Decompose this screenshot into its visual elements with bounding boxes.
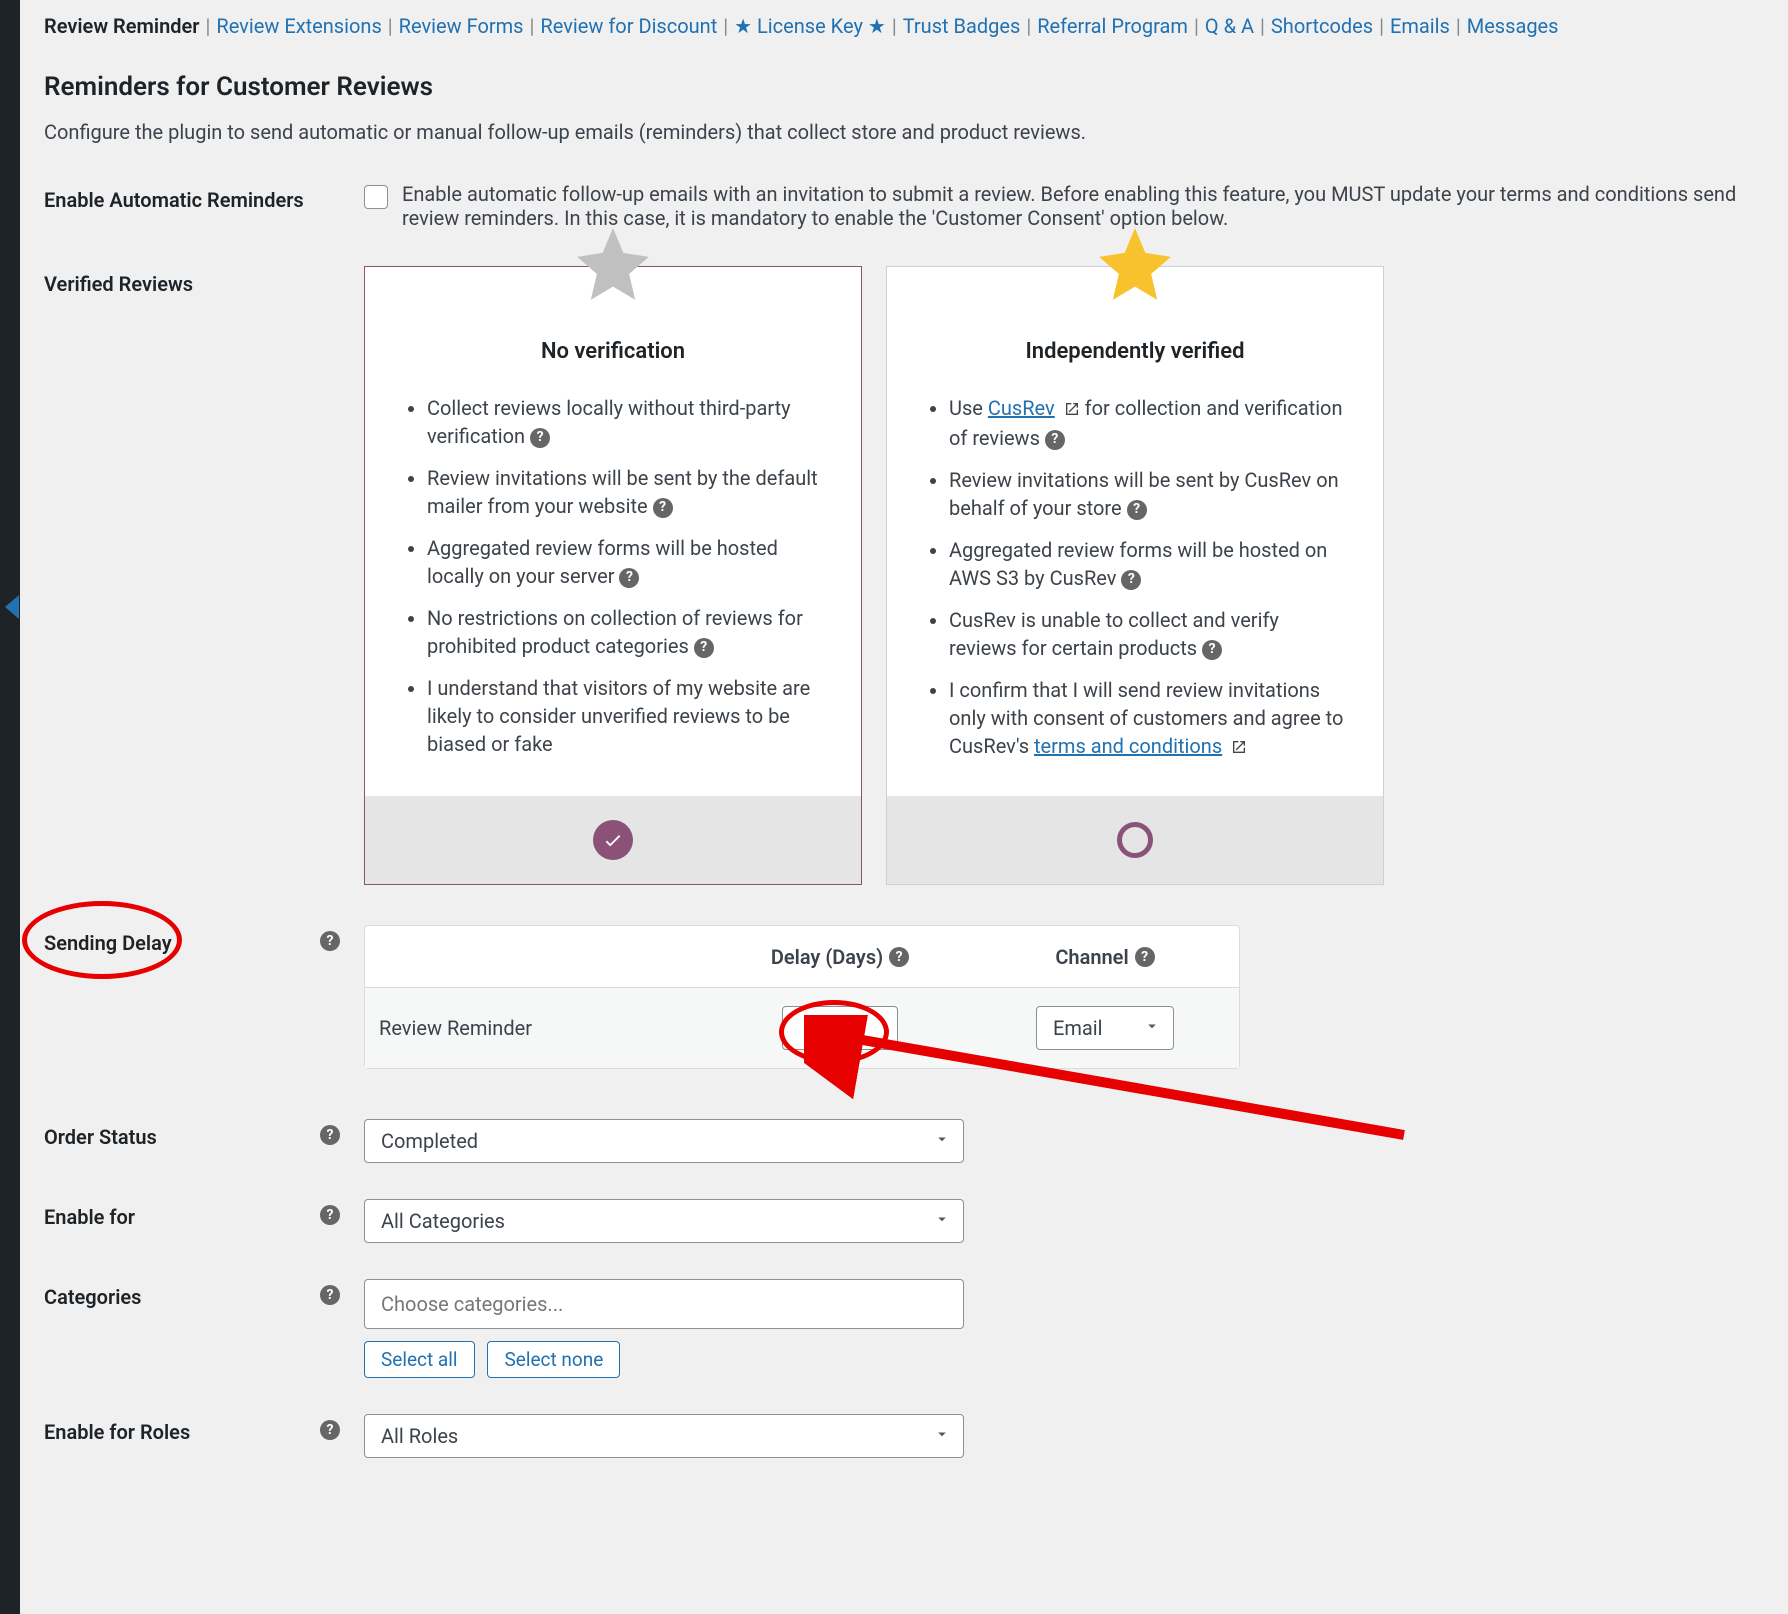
tab-separator: | [892,12,897,40]
help-icon[interactable]: ? [320,1125,340,1145]
star-gold-icon [1090,221,1180,320]
tab-license-key[interactable]: ★ License Key ★ [734,12,886,40]
chevron-down-icon [933,1209,951,1233]
enable-for-select[interactable]: All Categories [364,1199,964,1243]
chevron-down-icon [933,1129,951,1153]
help-icon[interactable]: ? [694,638,714,658]
card-verified[interactable]: Independently verified Use CusRev for co… [886,266,1384,885]
row-verified-reviews: Verified Reviews No verification Collect… [44,266,1764,885]
tab-q-and-a[interactable]: Q & A [1205,12,1254,40]
tab-separator: | [205,12,210,40]
star-grey-icon [568,221,658,320]
tab-emails[interactable]: Emails [1390,12,1450,40]
help-icon[interactable]: ? [619,568,639,588]
terms-link[interactable]: terms and conditions [1034,734,1222,758]
help-icon[interactable]: ? [653,498,673,518]
unselected-radio-icon [1117,822,1153,858]
settings-page: Review Reminder | Review Extensions | Re… [20,0,1788,1498]
label-order-status: Order Status ? [44,1119,364,1149]
tab-separator: | [530,12,535,40]
list-item: Aggregated review forms will be hosted l… [427,534,825,590]
help-icon[interactable]: ? [1127,500,1147,520]
card-yes-footer [887,796,1383,884]
tab-separator: | [1194,12,1199,40]
list-item: CusRev is unable to collect and verify r… [949,606,1347,662]
collapse-menu-icon[interactable] [5,595,19,619]
tab-separator: | [1260,12,1265,40]
list-item: Review invitations will be sent by CusRe… [949,466,1347,522]
chevron-down-icon [933,1424,951,1448]
tab-separator: | [1456,12,1461,40]
tab-separator: | [1026,12,1031,40]
tab-review-forms[interactable]: Review Forms [399,12,524,40]
channel-select[interactable]: Email [1036,1006,1174,1050]
help-icon[interactable]: ? [1121,570,1141,590]
tab-review-discount[interactable]: Review for Discount [540,12,717,40]
tab-referral-program[interactable]: Referral Program [1037,12,1188,40]
enable-for-roles-select[interactable]: All Roles [364,1414,964,1458]
settings-tabs: Review Reminder | Review Extensions | Re… [44,12,1764,56]
selected-check-icon [593,820,633,860]
help-icon[interactable]: ? [320,1285,340,1305]
help-icon[interactable]: ? [320,1420,340,1440]
external-link-icon [1231,734,1247,762]
table-header-row: Delay (Days) ? Channel ? [365,926,1239,988]
label-enable-auto: Enable Automatic Reminders [44,182,364,212]
page-title: Reminders for Customer Reviews [44,72,1764,102]
card-no-footer [365,796,861,884]
select-all-button[interactable]: Select all [364,1341,475,1378]
checkbox-enable-auto[interactable] [364,185,388,209]
page-description: Configure the plugin to send automatic o… [44,120,1764,144]
external-link-icon [1064,396,1080,424]
wp-admin-sidebar [0,0,20,1614]
delay-days-input[interactable] [782,1006,898,1050]
list-item: I confirm that I will send review invita… [949,676,1347,762]
categories-multiselect[interactable]: Choose categories... [364,1279,964,1329]
label-verified-reviews: Verified Reviews [44,266,364,296]
row-enable-for-roles: Enable for Roles ? All Roles [44,1414,1764,1458]
order-status-select[interactable]: Completed [364,1119,964,1163]
label-enable-roles: Enable for Roles ? [44,1414,364,1444]
tab-messages[interactable]: Messages [1467,12,1559,40]
tab-shortcodes[interactable]: Shortcodes [1271,12,1373,40]
list-item: I understand that visitors of my website… [427,674,825,758]
help-icon[interactable]: ? [320,931,340,951]
row-categories: Categories ? Choose categories... Select… [44,1279,1764,1378]
list-item: Review invitations will be sent by the d… [427,464,825,520]
tab-trust-badges[interactable]: Trust Badges [903,12,1021,40]
row-order-status: Order Status ? Completed [44,1119,1764,1163]
list-item: Aggregated review forms will be hosted o… [949,536,1347,592]
sending-delay-table: Delay (Days) ? Channel ? Review Reminder… [364,925,1240,1069]
help-icon[interactable]: ? [1135,947,1155,967]
row-sending-delay: Sending Delay ? Delay (Days) ? Channel ?… [44,925,1764,1069]
label-categories: Categories ? [44,1279,364,1309]
chevron-down-icon [1143,1016,1161,1040]
card-no-verification[interactable]: No verification Collect reviews locally … [364,266,862,885]
tab-separator: | [388,12,393,40]
help-icon[interactable]: ? [320,1205,340,1225]
tab-separator: | [723,12,728,40]
card-yes-title: Independently verified [923,339,1347,364]
col-channel: Channel [1055,945,1128,969]
help-icon[interactable]: ? [1202,640,1222,660]
help-icon[interactable]: ? [530,428,550,448]
row-review-reminder-label: Review Reminder [365,1016,705,1040]
tab-review-extensions[interactable]: Review Extensions [216,12,381,40]
col-delay-days: Delay (Days) [771,945,883,969]
row-enable-auto-reminders: Enable Automatic Reminders Enable automa… [44,182,1764,230]
list-item: No restrictions on collection of reviews… [427,604,825,660]
help-icon[interactable]: ? [1045,430,1065,450]
list-item: Use CusRev for collection and verificati… [949,394,1347,452]
row-enable-for: Enable for ? All Categories [44,1199,1764,1243]
label-enable-for: Enable for ? [44,1199,364,1229]
label-sending-delay: Sending Delay ? [44,925,364,955]
cusrev-link[interactable]: CusRev [988,396,1055,420]
tab-review-reminder[interactable]: Review Reminder [44,12,199,40]
card-no-title: No verification [401,339,825,364]
table-row: Review Reminder Email [365,988,1239,1068]
tab-separator: | [1379,12,1384,40]
select-none-button[interactable]: Select none [487,1341,620,1378]
list-item: Collect reviews locally without third-pa… [427,394,825,450]
help-icon[interactable]: ? [889,947,909,967]
